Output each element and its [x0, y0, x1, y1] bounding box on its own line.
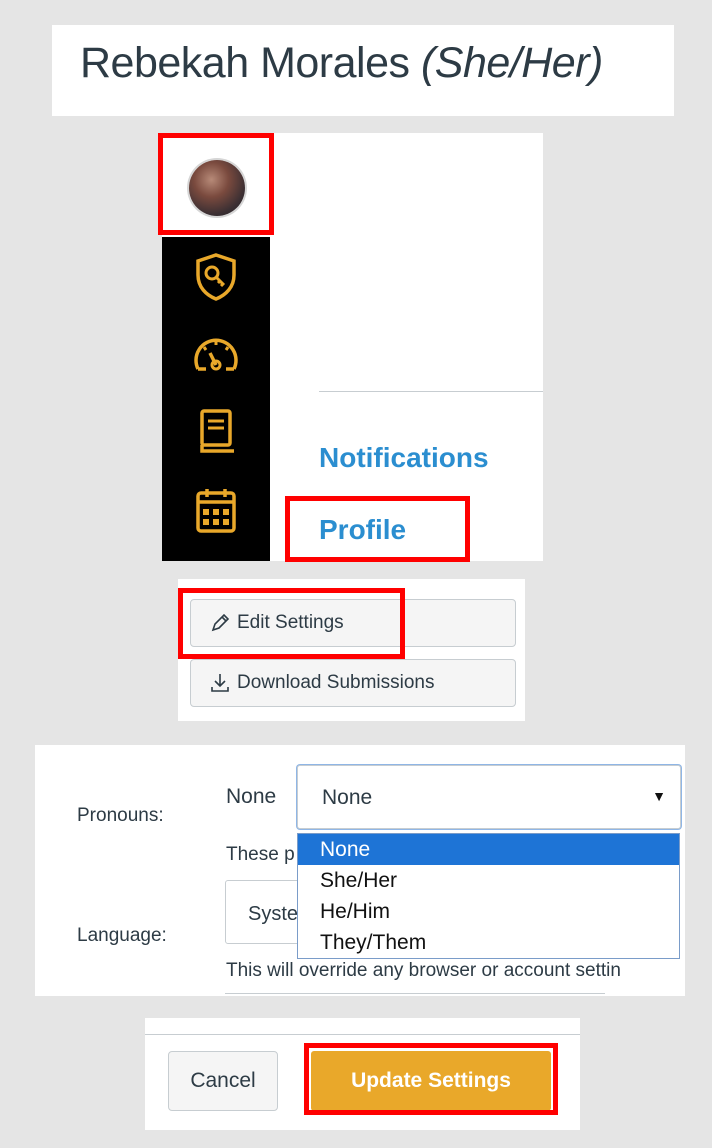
pronouns-select-value: None [322, 786, 373, 809]
book-icon[interactable] [190, 405, 242, 457]
account-nav-item[interactable] [162, 133, 270, 237]
language-label: Language: [77, 925, 167, 946]
shield-key-icon[interactable] [190, 251, 242, 303]
pronoun-option-he-him[interactable]: He/Him [298, 896, 679, 927]
avatar[interactable] [189, 160, 245, 216]
download-icon [211, 674, 229, 692]
pronouns-label: Pronouns: [77, 805, 164, 826]
profile-form-panel: Pronouns: None These p Syste Language: T… [35, 745, 685, 996]
edit-settings-label: Edit Settings [237, 612, 344, 633]
notifications-link[interactable]: Notifications [319, 442, 489, 474]
profile-name: Rebekah Morales (She/Her) [80, 39, 603, 88]
download-submissions-button[interactable]: Download Submissions [190, 659, 516, 707]
nav-rail [162, 237, 270, 561]
chevron-down-icon: ▼ [652, 788, 666, 804]
cancel-button[interactable]: Cancel [168, 1051, 278, 1111]
dashboard-icon[interactable] [190, 329, 242, 381]
pronouns-select[interactable]: None ▼ [297, 765, 681, 829]
language-value: Syste [248, 903, 299, 925]
pronouns-help-text: These p [226, 844, 295, 865]
pronoun-option-they-them[interactable]: They/Them [298, 927, 679, 958]
profile-link[interactable]: Profile [319, 514, 406, 546]
update-settings-button[interactable]: Update Settings [311, 1051, 551, 1111]
profile-pronouns: (She/Her) [420, 39, 603, 87]
pronouns-current: None [226, 785, 277, 808]
pronouns-dropdown-list: None She/Her He/Him They/Them [297, 833, 680, 959]
profile-name-panel: Rebekah Morales (She/Her) [52, 25, 674, 116]
edit-settings-button[interactable]: Edit Settings [190, 599, 516, 647]
profile-name-text: Rebekah Morales [80, 39, 410, 87]
form-actions-panel: Cancel Update Settings [145, 1018, 580, 1130]
field-divider [225, 993, 605, 994]
global-nav-panel: Notifications Profile [162, 133, 543, 561]
nav-divider [319, 391, 543, 392]
actions-panel: Edit Settings Download Submissions [178, 579, 525, 721]
calendar-icon[interactable] [190, 485, 242, 537]
pronoun-option-none[interactable]: None [298, 834, 679, 865]
language-help-text: This will override any browser or accoun… [226, 960, 621, 981]
pencil-icon [211, 613, 230, 632]
download-submissions-label: Download Submissions [237, 672, 435, 693]
pronoun-option-she-her[interactable]: She/Her [298, 865, 679, 896]
actions-divider [145, 1034, 580, 1035]
